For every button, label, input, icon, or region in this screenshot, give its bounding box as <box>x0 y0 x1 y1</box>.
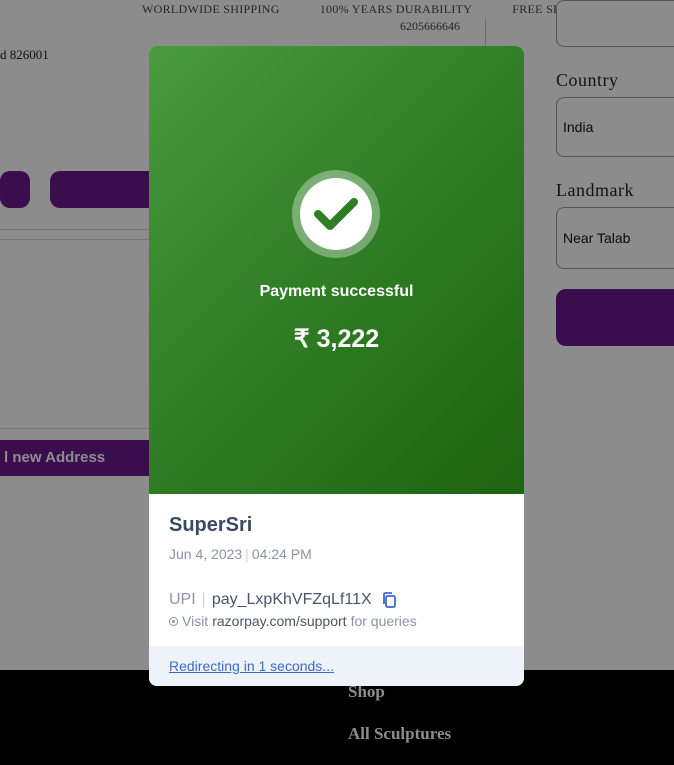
separator: | <box>201 591 206 608</box>
visit-prefix: Visit <box>182 613 209 629</box>
payment-datetime: Jun 4, 2023 | 04:24 PM <box>169 546 312 562</box>
payment-amount: ₹ 3,222 <box>293 325 380 353</box>
payment-time: 04:24 PM <box>251 546 312 562</box>
payment-id-row: UPI | pay_LxpKhVFZqLf11X <box>169 591 398 609</box>
visit-suffix: for queries <box>350 613 417 629</box>
payment-success-modal: Payment successful ₹ 3,222 SuperSri Jun … <box>149 46 524 686</box>
check-badge <box>292 170 380 258</box>
success-header: Payment successful ₹ 3,222 <box>149 46 524 494</box>
info-icon <box>169 616 178 626</box>
copy-icon[interactable] <box>380 591 398 609</box>
merchant-name: SuperSri <box>169 514 253 536</box>
payment-date: Jun 4, 2023 <box>169 546 243 562</box>
check-icon <box>300 178 372 250</box>
payment-method: UPI <box>169 591 196 608</box>
separator: | <box>245 546 249 562</box>
payment-status-text: Payment successful <box>259 283 414 300</box>
redirect-link[interactable]: Redirecting in 1 seconds... <box>169 658 334 674</box>
support-info: Visit razorpay.com/support for queries <box>169 613 417 629</box>
redirect-bar: Redirecting in 1 seconds... <box>149 646 524 686</box>
payment-id: pay_LxpKhVFZqLf11X <box>211 591 372 608</box>
support-link[interactable]: razorpay.com/support <box>212 613 346 629</box>
